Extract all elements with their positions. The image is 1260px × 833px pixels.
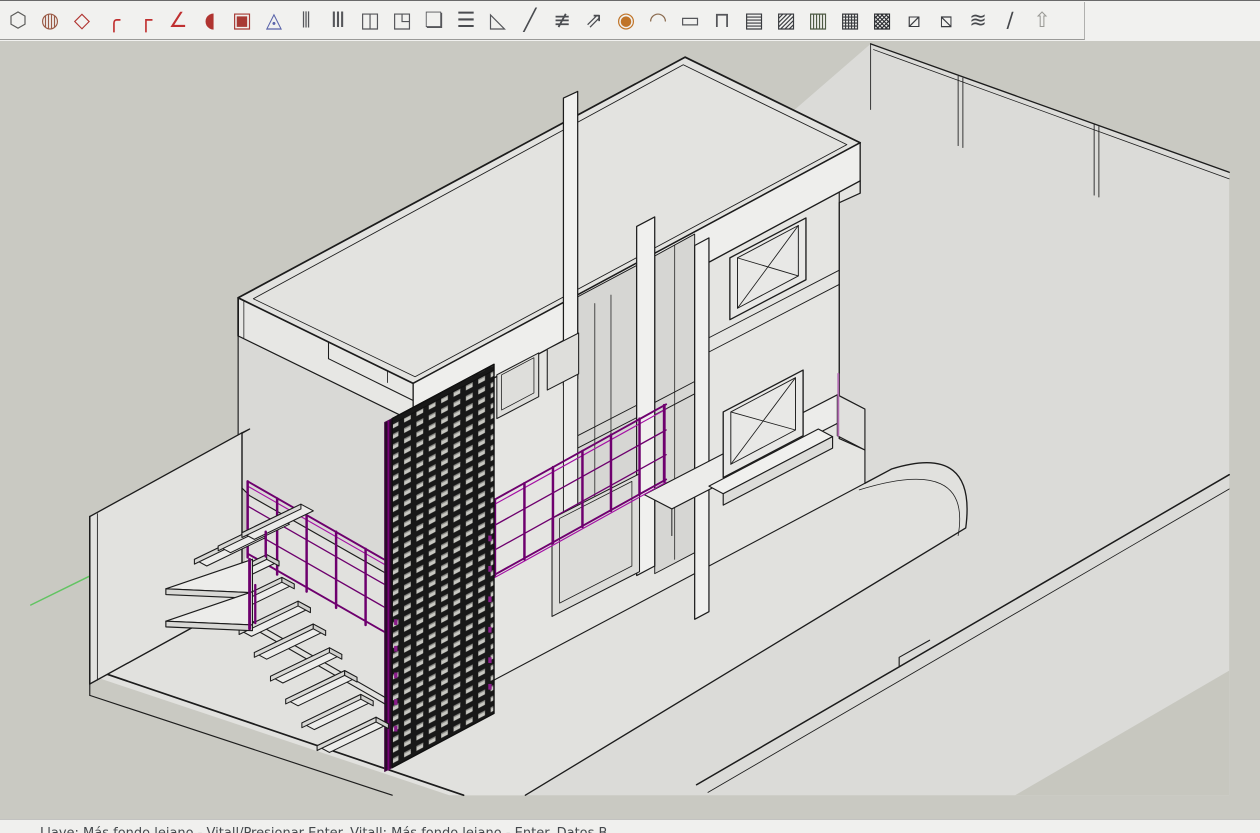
toolbar-icon-tube-bundle[interactable]: ◫ [354, 5, 386, 37]
model-viewport[interactable] [0, 41, 1260, 819]
toolbar-icon-diagonal-slat[interactable]: ⧅ [930, 5, 962, 37]
toolbar-icon-plate-bender[interactable]: ▭ [674, 5, 706, 37]
toolbar-icon-stair-landing[interactable]: ⇗ [578, 5, 610, 37]
toolbar-icon-angled-louver[interactable]: ⧄ [898, 5, 930, 37]
toolbar-icon-pillar-tool[interactable]: ⫴ [290, 5, 322, 37]
modeling-app-window: ⬡◍◇╭┌∠◖▣◬⫴Ⅲ◫◳❏☰◺╱≢⇗◉◠▭⊓▤▨▥▦▩⧄⧅≋∕⇧ [0, 0, 1260, 833]
toolbar-icon-box-morph[interactable]: ▣ [226, 5, 258, 37]
toolbar-icon-solids-shell[interactable]: ⬡ [2, 5, 34, 37]
toolbar-icon-perforated-panel[interactable]: ▤ [738, 5, 770, 37]
toolbar-icon-stair-steps[interactable]: ≢ [546, 5, 578, 37]
toolbar-icon-spiral-stair[interactable]: ◉ [610, 5, 642, 37]
plugins-toolbar: ⬡◍◇╭┌∠◖▣◬⫴Ⅲ◫◳❏☰◺╱≢⇗◉◠▭⊓▤▨▥▦▩⧄⧅≋∕⇧ [0, 2, 1085, 40]
toolbar-strip: ⬡◍◇╭┌∠◖▣◬⫴Ⅲ◫◳❏☰◺╱≢⇗◉◠▭⊓▤▨▥▦▩⧄⧅≋∕⇧ [0, 0, 1260, 41]
toolbar-icon-ramp-tool[interactable]: ◺ [482, 5, 514, 37]
toolbar-icon-solids-intersect[interactable]: ◍ [34, 5, 66, 37]
toolbar-icon-curviloft-surface[interactable]: ◖ [194, 5, 226, 37]
toolbar-icon-round-corner[interactable]: ╭ [98, 5, 130, 37]
toolbar-icon-sheet-copy[interactable]: ❏ [418, 5, 450, 37]
toolbar-icon-slat-fan[interactable]: ≋ [962, 5, 994, 37]
toolbar-icon-louver-wall[interactable]: ▥ [802, 5, 834, 37]
toolbar-icon-slat-wall[interactable]: ▦ [834, 5, 866, 37]
toolbar-icon-angle-protractor[interactable]: ∠ [162, 5, 194, 37]
viewport-area [0, 41, 1260, 819]
toolbar-icon-louver-stack[interactable]: ☰ [450, 5, 482, 37]
toolbar-icon-slat-fan-alt[interactable]: ∕ [994, 5, 1026, 37]
toolbar-icon-fold-plate[interactable]: ◳ [386, 5, 418, 37]
toolbar-icon-woven-panel[interactable]: ▩ [866, 5, 898, 37]
toolbar-icon-fold-face[interactable]: ◬ [258, 5, 290, 37]
toolbar-icon-portal-frame[interactable]: ⊓ [706, 5, 738, 37]
status-bar-text: Llave: Más fondo lejano - Vitall/Presion… [0, 820, 1260, 833]
status-bar: Llave: Más fondo lejano - Vitall/Presion… [0, 819, 1260, 833]
toolbar-icon-push-fold[interactable]: ⇧ [1026, 5, 1058, 37]
toolbar-icon-hatch-panel[interactable]: ▨ [770, 5, 802, 37]
toolbar-icon-stair-flight[interactable]: ╱ [514, 5, 546, 37]
toolbar-icon-curved-ramp[interactable]: ◠ [642, 5, 674, 37]
toolbar-icon-pillar-array[interactable]: Ⅲ [322, 5, 354, 37]
toolbar-icon-sharp-corner[interactable]: ┌ [130, 5, 162, 37]
perforated-screen-panel[interactable] [385, 364, 494, 771]
toolbar-icon-solids-split[interactable]: ◇ [66, 5, 98, 37]
